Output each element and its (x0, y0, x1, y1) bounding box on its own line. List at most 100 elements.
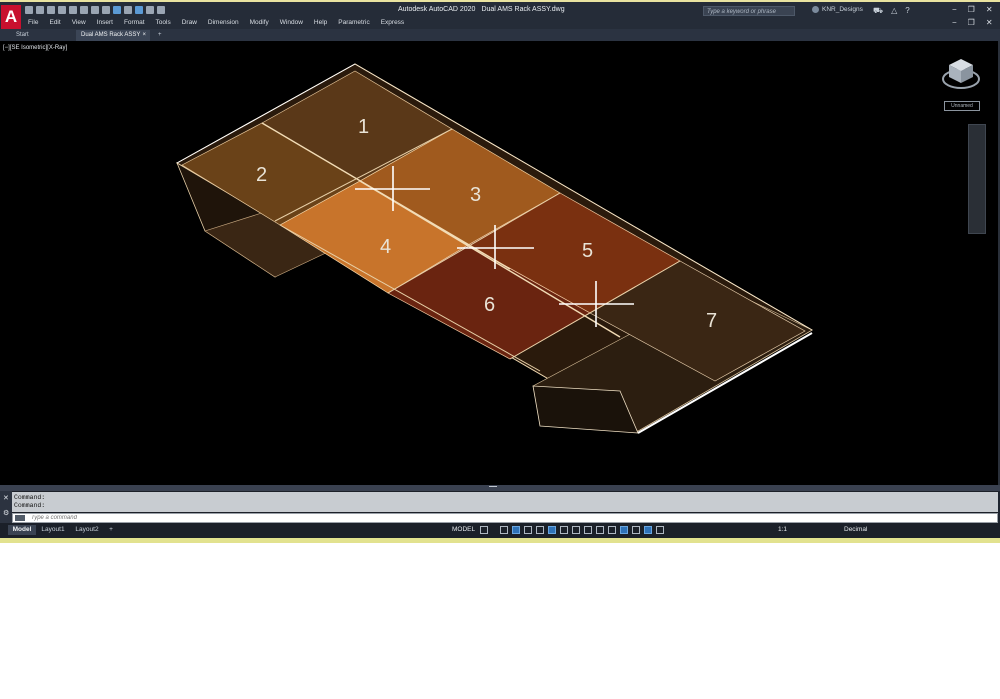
close-icon[interactable]: ✕ (986, 5, 993, 14)
restore-icon[interactable]: ❐ (968, 5, 975, 14)
units-dropdown[interactable]: Decimal (844, 526, 867, 533)
minimize-icon[interactable]: − (952, 5, 957, 14)
object-snap-icon[interactable] (548, 526, 556, 534)
annotation-visibility-icon[interactable] (656, 526, 664, 534)
3d-osnap-icon[interactable] (608, 526, 616, 534)
menu-tools[interactable]: Tools (156, 19, 171, 26)
isodraft-icon[interactable] (536, 526, 544, 534)
chevron-down-icon[interactable] (157, 6, 165, 14)
file-tabs: Start Dual AMS Rack ASSY × + (0, 29, 1000, 41)
menu-dimension[interactable]: Dimension (208, 19, 239, 26)
menu-draw[interactable]: Draw (182, 19, 197, 26)
user-icon (812, 6, 819, 13)
tab-layout1[interactable]: Layout1 (38, 525, 68, 535)
open-file-icon[interactable] (36, 6, 44, 14)
help-icon[interactable]: ? (905, 6, 909, 16)
autocad-window: A Autodesk AutoCAD 2020 Dual AMS Rack ASS… (0, 0, 1000, 543)
menu-view[interactable]: View (72, 19, 86, 26)
tab-layout2[interactable]: Layout2 (72, 525, 102, 535)
autocad-logo-icon[interactable]: A (1, 5, 21, 29)
command-history: Command: Command: (12, 492, 998, 512)
drawing-viewport[interactable]: [−][SE Isometric][X-Ray] 1 2 3 4 5 6 7 U… (0, 41, 998, 485)
user-name: KNR_Designs (822, 6, 863, 14)
ucs-menu-button[interactable]: Unnamed (944, 101, 980, 111)
match-properties-icon[interactable] (135, 6, 143, 14)
polar-icon[interactable] (524, 526, 532, 534)
save-icon[interactable] (47, 6, 55, 14)
transparency-icon[interactable] (584, 526, 592, 534)
command-customize-icon[interactable]: ⚙ (3, 509, 9, 517)
osnap-track-icon[interactable] (560, 526, 568, 534)
menu-express[interactable]: Express (381, 19, 404, 26)
new-file-icon[interactable] (25, 6, 33, 14)
title-bar: A Autodesk AutoCAD 2020 Dual AMS Rack ASS… (0, 2, 1000, 29)
model-space-button[interactable]: MODEL (452, 526, 475, 533)
window-title: Autodesk AutoCAD 2020 Dual AMS Rack ASSY.… (398, 6, 565, 13)
add-layout-button[interactable]: + (106, 525, 116, 535)
gizmo-icon[interactable] (644, 526, 652, 534)
quick-access-toolbar (25, 6, 165, 16)
history-line: Command: (14, 502, 46, 509)
chevron-down-icon[interactable] (492, 526, 496, 534)
menu-edit[interactable]: Edit (49, 19, 60, 26)
command-close-icon[interactable]: ✕ (3, 494, 9, 502)
menu-help[interactable]: Help (314, 19, 327, 26)
search-input[interactable]: Type a keyword or phrase (703, 6, 795, 16)
command-input-bar[interactable] (12, 513, 998, 523)
annotation-scale[interactable]: 1:1 (778, 526, 787, 533)
history-line: Command: (14, 494, 46, 501)
menu-bar: File Edit View Insert Format Tools Draw … (28, 19, 415, 26)
navigation-bar[interactable] (968, 124, 986, 234)
undo-icon[interactable] (80, 6, 88, 14)
layer-state-icon[interactable] (146, 6, 154, 14)
bottom-strip (0, 538, 1000, 543)
menu-insert[interactable]: Insert (97, 19, 113, 26)
plot-icon[interactable] (69, 6, 77, 14)
tab-label: Dual AMS Rack ASSY (81, 32, 141, 38)
command-history-icon[interactable] (15, 515, 25, 521)
command-side-controls: ✕ ⚙ (0, 491, 12, 523)
ortho-icon[interactable] (512, 526, 520, 534)
viewcube-icon[interactable] (941, 55, 981, 95)
tab-model[interactable]: Model (8, 525, 36, 535)
snap-icon[interactable] (500, 526, 508, 534)
menu-format[interactable]: Format (124, 19, 145, 26)
menu-window[interactable]: Window (280, 19, 303, 26)
menu-modify[interactable]: Modify (250, 19, 269, 26)
new-tab-button[interactable]: + (158, 30, 168, 41)
slot-number-6: 6 (484, 294, 495, 316)
cart-icon[interactable]: ⛟ (873, 6, 883, 16)
tab-dual-ams-rack[interactable]: Dual AMS Rack ASSY × (76, 30, 150, 41)
menu-file[interactable]: File (28, 19, 38, 26)
workspace-icon[interactable] (113, 6, 121, 14)
selection-filter-icon[interactable] (632, 526, 640, 534)
grid-icon[interactable] (480, 526, 488, 534)
slot-number-3: 3 (470, 184, 481, 206)
menu-parametric[interactable]: Parametric (338, 19, 369, 26)
tab-close-icon[interactable]: × (142, 30, 146, 41)
command-input[interactable] (31, 514, 431, 522)
share-icon[interactable] (102, 6, 110, 14)
dynamic-ucs-icon[interactable] (620, 526, 628, 534)
rack-model: 1 2 3 4 5 6 7 (175, 63, 813, 434)
selection-cycling-icon[interactable] (596, 526, 604, 534)
title-toolbar: ⛟ △ ? (873, 6, 910, 16)
drafting-toggles (480, 526, 664, 534)
grip-icon (489, 486, 497, 487)
status-bar: Model Layout1 Layout2 + MODEL 1:1 Decima… (0, 523, 1000, 538)
slot-number-2: 2 (256, 164, 267, 186)
doc-close-icon[interactable]: ✕ (986, 18, 993, 27)
tab-start[interactable]: Start (4, 30, 74, 41)
save-as-icon[interactable] (58, 6, 66, 14)
lineweight-icon[interactable] (572, 526, 580, 534)
user-account[interactable]: KNR_Designs (812, 6, 863, 13)
layer-icon[interactable] (124, 6, 132, 14)
slot-number-7: 7 (706, 310, 717, 332)
window-controls: − ❐ ✕ (952, 5, 993, 14)
redo-icon[interactable] (91, 6, 99, 14)
doc-minimize-icon[interactable]: − (952, 18, 957, 27)
slot-number-1: 1 (358, 116, 369, 138)
autodesk-a-icon[interactable]: △ (891, 6, 897, 16)
doc-restore-icon[interactable]: ❐ (968, 18, 975, 27)
document-controls: − ❐ ✕ (952, 18, 993, 27)
